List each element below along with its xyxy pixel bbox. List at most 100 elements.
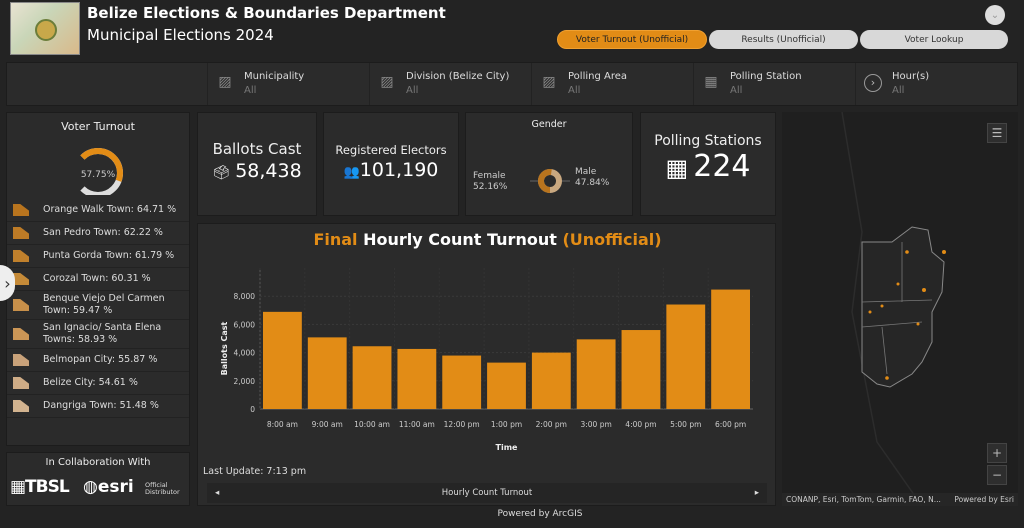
card-label: Ballots Cast <box>212 140 302 158</box>
esri-logo: ◍esri <box>83 477 134 497</box>
next-icon[interactable]: ▸ <box>755 488 759 498</box>
hourly-chart-panel: Final Hourly Count Turnout (Unofficial) … <box>197 223 776 506</box>
bar <box>621 330 661 409</box>
x-tick-label: 6:00 pm <box>715 420 746 429</box>
x-tick-label: 12:00 pm <box>444 420 480 429</box>
filter-label: Polling Station <box>730 71 802 82</box>
menu-button[interactable]: ⌄ <box>985 5 1005 25</box>
filter-division[interactable]: ▨ Division (Belize City) All <box>369 63 531 105</box>
bar <box>576 339 616 409</box>
y-tick-label: 4,000 <box>234 349 256 358</box>
municipality-item[interactable]: Punta Gorda Town: 61.79 % <box>7 245 189 268</box>
polling-stations-value: 224 <box>693 149 751 184</box>
bar <box>531 352 571 409</box>
tab-voter-lookup[interactable]: Voter Lookup <box>860 30 1008 49</box>
filter-label: Municipality <box>244 71 305 82</box>
card-label: Gender <box>531 119 567 130</box>
female-label: Female <box>473 171 506 181</box>
map-icon: ▨ <box>380 74 394 90</box>
ballots-cast-value: 58,438 <box>235 160 302 182</box>
gauge-label: 57.75% <box>81 170 116 180</box>
female-value: 52.16% <box>473 182 508 192</box>
bar <box>487 362 526 409</box>
hourly-bar-chart: 0 2,000 4,000 6,000 8,000 8:00 am 9:00 am 10:00… <box>220 268 753 452</box>
municipality-label: Punta Gorda Town: 61.79 % <box>43 250 175 261</box>
map-icon: ▨ <box>218 74 232 90</box>
municipality-item[interactable]: Dangriga Town: 51.48 % <box>7 395 189 418</box>
filter-value: All <box>730 85 743 96</box>
municipality-label: Dangriga Town: 51.48 % <box>43 400 159 411</box>
pager-label: Hourly Count Turnout <box>441 488 533 498</box>
male-label: Male <box>575 167 597 177</box>
x-tick-label: 2:00 pm <box>536 420 567 429</box>
municipality-item[interactable]: San Pedro Town: 62.22 % <box>7 222 189 245</box>
x-tick-label: 3:00 pm <box>580 420 611 429</box>
tab-results[interactable]: Results (Unofficial) <box>709 30 858 49</box>
filter-polling-station[interactable]: ▦ Polling Station All <box>693 63 855 105</box>
map-attribution: CONANP, Esri, TomTom, Garmin, FAO, N... <box>786 495 941 504</box>
municipality-item[interactable]: Orange Walk Town: 64.71 % <box>7 199 189 222</box>
zoom-in-button[interactable]: + <box>987 443 1007 463</box>
swatch-icon <box>13 400 29 412</box>
municipality-label: Benque Viejo Del Carmen Town: 59.47 % <box>43 293 165 316</box>
swatch-icon <box>13 354 29 366</box>
municipality-item[interactable]: Belmopan City: 55.87 % <box>7 349 189 372</box>
x-axis-label: Time <box>496 443 519 452</box>
chart-pager: ◂ Hourly Count Turnout ▸ <box>207 483 767 503</box>
y-tick-label: 2,000 <box>234 377 256 386</box>
turnout-gauge: 57.75% <box>80 148 123 195</box>
chart-title-part: (Unofficial) <box>562 230 662 249</box>
municipality-item[interactable]: Benque Viejo Del Carmen Town: 59.47 % <box>7 291 189 320</box>
municipality-item[interactable]: Corozal Town: 60.31 % <box>7 268 189 291</box>
card-label: Registered Electors <box>335 143 447 157</box>
people-icon: 👥 <box>343 165 360 180</box>
department-logo <box>10 2 80 55</box>
filter-label: Hour(s) <box>892 71 930 82</box>
x-tick-label: 5:00 pm <box>670 420 701 429</box>
zoom-out-button[interactable]: − <box>987 465 1007 485</box>
bar <box>352 346 392 409</box>
filter-polling-area[interactable]: ▨ Polling Area All <box>531 63 693 105</box>
filter-hours[interactable]: › Hour(s) All <box>855 63 1017 105</box>
card-label: Polling Stations <box>654 133 762 149</box>
registered-electors-value: 101,190 <box>359 159 439 181</box>
last-update: Last Update: 7:13 pm <box>203 466 307 477</box>
chevron-down-icon: ⌄ <box>990 9 1000 21</box>
bar <box>442 355 482 409</box>
x-tick-label: 11:00 am <box>399 420 435 429</box>
belize-map <box>841 112 946 506</box>
municipality-item[interactable]: Belize City: 54.61 % <box>7 372 189 395</box>
registered-electors-card: Registered Electors 👥101,190 <box>323 112 459 216</box>
powered-by-esri[interactable]: Powered by Esri <box>954 495 1014 504</box>
swatch-icon <box>13 273 29 285</box>
chart-title-part: Hourly Count Turnout <box>363 230 557 249</box>
collab-title: In Collaboration With <box>45 457 151 468</box>
municipality-item[interactable]: San Ignacio/ Santa Elena Towns: 58.93 % <box>7 320 189 349</box>
bar <box>711 289 750 409</box>
male-value: 47.84% <box>575 178 610 188</box>
app-subtitle: Municipal Elections 2024 <box>87 26 274 44</box>
municipality-label: Belmopan City: 55.87 % <box>43 354 158 365</box>
x-tick-label: 1:00 pm <box>491 420 522 429</box>
tab-voter-turnout[interactable]: Voter Turnout (Unofficial) <box>557 30 707 49</box>
swatch-icon <box>13 377 29 389</box>
gender-card: Gender Female 52.16% Male 47.84% <box>465 112 633 216</box>
filter-value: All <box>406 85 419 96</box>
bar <box>666 304 706 409</box>
swatch-icon <box>13 227 29 239</box>
list-icon: ☰ <box>991 126 1003 140</box>
filter-municipality[interactable]: ▨ Municipality All <box>207 63 369 105</box>
y-tick-label: 8,000 <box>234 292 256 301</box>
gender-donut <box>530 169 570 193</box>
tbsl-logo: ▦TBSL <box>10 477 70 497</box>
layer-list-button[interactable]: ☰ <box>987 123 1007 143</box>
previous-icon[interactable]: ◂ <box>215 488 219 498</box>
filter-value: All <box>568 85 581 96</box>
ballots-cast-card: Ballots Cast 🗳 58,438 <box>197 112 317 216</box>
powered-by-arcgis: Powered by ArcGIS <box>497 509 583 519</box>
collaboration-panel: In Collaboration With ▦TBSL ◍esri Offici… <box>6 452 190 506</box>
filter-label: Division (Belize City) <box>406 71 510 82</box>
y-tick-label: 0 <box>250 405 255 414</box>
map-view[interactable]: ☰ + − CONANP, Esri, TomTom, Garmin, FAO,… <box>782 112 1018 506</box>
polling-stations-card: Polling Stations ▦ 224 <box>640 112 776 216</box>
